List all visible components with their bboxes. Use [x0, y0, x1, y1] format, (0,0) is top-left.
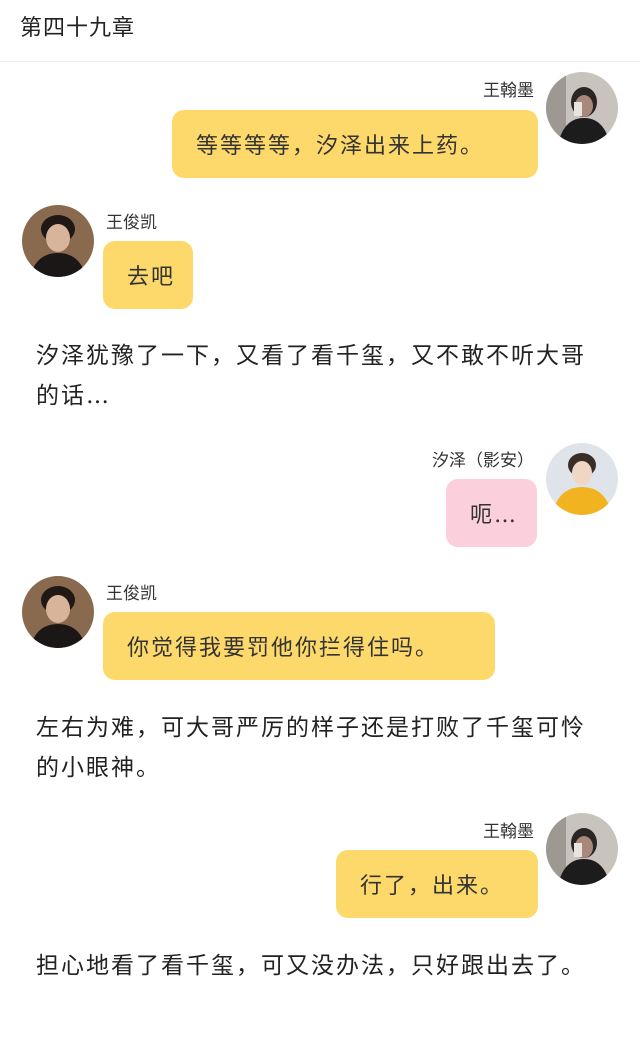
speaker-name: 王俊凯	[106, 584, 157, 604]
speaker-name: 汐泽（影安）	[432, 451, 534, 471]
speaker-name: 王翰墨	[483, 822, 534, 842]
boy-portrait-avatar[interactable]	[22, 205, 94, 277]
speaker-name: 王翰墨	[483, 81, 534, 101]
boy-portrait-avatar[interactable]	[22, 576, 94, 648]
chat-bubble: 行了，出来。	[336, 850, 538, 918]
chapter-header: 第四十九章	[0, 0, 640, 62]
speaker-name: 王俊凯	[106, 213, 157, 233]
chat-bubble: 等等等等，汐泽出来上药。	[172, 110, 538, 178]
boy-yellow-sweater-avatar[interactable]	[546, 443, 618, 515]
narration-text: 担心地看了看千玺，可又没办法，只好跟出去了。	[36, 953, 586, 979]
narration-text: 左右为难，可大哥严厉的样子还是打败了千玺可怜的小眼神。	[36, 715, 586, 781]
boy-dark-jacket-avatar[interactable]	[546, 813, 618, 885]
chat-bubble: 去吧	[103, 241, 193, 309]
boy-dark-jacket-avatar[interactable]	[546, 72, 618, 144]
chapter-title: 第四十九章	[20, 16, 136, 41]
chat-bubble: 你觉得我要罚他你拦得住吗。	[103, 612, 495, 680]
chat-bubble: 呃…	[446, 479, 537, 547]
narration-text: 汐泽犹豫了一下，又看了看千玺，又不敢不听大哥的话…	[36, 343, 586, 409]
